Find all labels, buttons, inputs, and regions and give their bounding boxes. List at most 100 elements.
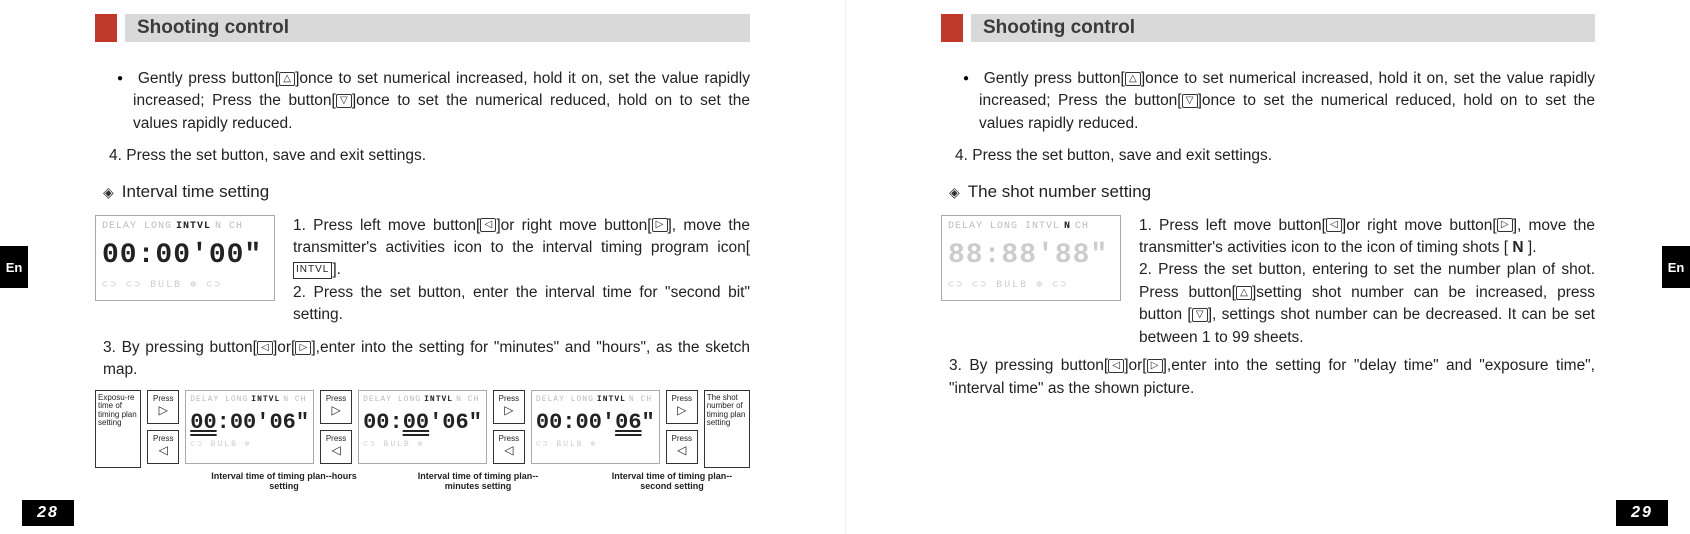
right-icon bbox=[295, 341, 311, 355]
title-accent bbox=[941, 14, 963, 42]
press-left-button: Press◁ bbox=[320, 430, 352, 464]
text: ]. bbox=[1528, 239, 1537, 256]
press-right-button: Press▷ bbox=[493, 390, 525, 424]
intvl-icon: INTVL bbox=[293, 262, 332, 279]
step-3: 3. By pressing button[]or[],enter into t… bbox=[949, 355, 1595, 400]
lcd-top-row: DELAY LONG INTVL N CH bbox=[948, 220, 1114, 235]
page-left: En Shooting control Gently press button[… bbox=[0, 0, 845, 534]
press-label: Press bbox=[153, 394, 173, 403]
text: Gently press button[ bbox=[138, 70, 279, 87]
lcd-label: N CH bbox=[456, 394, 479, 406]
lcd-hours: DELAY LONGINTVLN CH 00:00'06" ⊂⊃ BULB ⊕ bbox=[185, 390, 314, 464]
lcd-label: DELAY LONG bbox=[536, 394, 594, 406]
lcd-rest: " bbox=[642, 410, 655, 435]
right-icon bbox=[652, 218, 668, 232]
lcd-sel: 00 bbox=[190, 410, 216, 435]
press-pair: Press▷ Press◁ bbox=[666, 390, 698, 464]
left-icon: ◁ bbox=[148, 444, 178, 456]
lcd-label-active: INTVL bbox=[597, 394, 626, 406]
caption-hours: Interval time of timing plan--hours sett… bbox=[209, 472, 359, 492]
bullet-list: Gently press button[]once to set numeric… bbox=[941, 68, 1595, 135]
row-lcd-text: DELAY LONG INTVL N CH 00:00'00" ⊂⊃ ⊂⊃ BU… bbox=[95, 215, 750, 327]
subheading-text: The shot number setting bbox=[968, 180, 1151, 205]
step-4: 4. Press the set button, save and exit s… bbox=[955, 145, 1595, 167]
lcd-digits: 88:88'88" bbox=[948, 236, 1114, 277]
bullet-item: Gently press button[]once to set numeric… bbox=[979, 68, 1595, 135]
diamond-icon: ◈ bbox=[949, 182, 960, 202]
endbox-left: Exposu-re time of timing plan setting bbox=[95, 390, 141, 468]
press-pair: Press▷ Press◁ bbox=[493, 390, 525, 464]
subheading: ◈ The shot number setting bbox=[949, 180, 1595, 205]
press-label: Press bbox=[499, 394, 519, 403]
instruction-block: 1. Press left move button[]or right move… bbox=[293, 215, 750, 327]
lcd-label: DELAY LONG bbox=[102, 220, 172, 235]
page-right: En Shooting control Gently press button[… bbox=[845, 0, 1690, 534]
text: 1. Press left move button[ bbox=[1139, 217, 1326, 234]
lcd-main: DELAY LONG INTVL N CH 00:00'00" ⊂⊃ ⊂⊃ BU… bbox=[95, 215, 275, 301]
row-lcd-text: DELAY LONG INTVL N CH 88:88'88" ⊂⊃ ⊂⊃ BU… bbox=[941, 215, 1595, 350]
page-title: Shooting control bbox=[971, 14, 1595, 42]
edge-tab-left: En bbox=[0, 246, 28, 288]
down-icon bbox=[336, 94, 352, 108]
lcd-rest: 00:00' bbox=[536, 410, 615, 435]
edge-tab-right: En bbox=[1662, 246, 1690, 288]
up-icon bbox=[1236, 286, 1252, 300]
left-icon bbox=[1326, 218, 1342, 232]
lcd-rest: '06" bbox=[429, 410, 482, 435]
lcd-top-row: DELAY LONG INTVL N CH bbox=[102, 220, 268, 235]
lcd-minutes: DELAY LONGINTVLN CH 00:00'06" ⊂⊃ BULB ⊕ bbox=[358, 390, 487, 464]
body: Gently press button[]once to set numeric… bbox=[95, 68, 750, 492]
lcd-label: N CH bbox=[629, 394, 652, 406]
press-pair: Press▷ Press◁ bbox=[320, 390, 352, 464]
lcd-label: CH bbox=[1075, 220, 1089, 235]
diagram-captions: Interval time of timing plan--hours sett… bbox=[95, 472, 750, 492]
press-right-button: Press▷ bbox=[147, 390, 179, 424]
text: 3. By pressing button[ bbox=[949, 357, 1108, 374]
lcd-label: DELAY LONG bbox=[190, 394, 248, 406]
lcd-sel: 06 bbox=[615, 410, 641, 435]
step-3: 3. By pressing button[]or[],enter into t… bbox=[103, 337, 750, 382]
lcd-bottom: ⊂⊃ ⊂⊃ BULB ⊕ ⊂⊃ bbox=[102, 279, 268, 294]
text: ]or right move button[ bbox=[496, 217, 651, 234]
body: Gently press button[]once to set numeric… bbox=[941, 68, 1595, 400]
lcd-rest: :00'06" bbox=[217, 410, 309, 435]
page-number: 29 bbox=[1616, 500, 1668, 526]
press-label: Press bbox=[326, 394, 346, 403]
press-right-button: Press▷ bbox=[666, 390, 698, 424]
lcd-label: DELAY LONG bbox=[363, 394, 421, 406]
page-number: 28 bbox=[22, 500, 74, 526]
right-icon bbox=[1147, 359, 1163, 373]
lcd-bottom: ⊂⊃ ⊂⊃ BULB ⊕ ⊂⊃ bbox=[948, 279, 1114, 294]
lcd-bottom: ⊂⊃ BULB ⊕ bbox=[536, 439, 655, 451]
title-bar: Shooting control bbox=[941, 14, 1595, 42]
subheading: ◈ Interval time setting bbox=[103, 180, 750, 205]
page-title: Shooting control bbox=[125, 14, 750, 42]
press-left-button: Press◁ bbox=[493, 430, 525, 464]
press-right-button: Press▷ bbox=[320, 390, 352, 424]
lcd-label: N CH bbox=[283, 394, 306, 406]
lcd-rest: 00: bbox=[363, 410, 403, 435]
lcd-label: DELAY LONG INTVL bbox=[948, 220, 1060, 235]
press-label: Press bbox=[326, 434, 346, 443]
edge-tab-label: En bbox=[1668, 260, 1685, 275]
lcd-digits: 00:00'00" bbox=[102, 236, 268, 277]
bullet-list: Gently press button[]once to set numeric… bbox=[95, 68, 750, 135]
endbox-right: The shot number of timing plan setting bbox=[704, 390, 750, 468]
page-number-text: 28 bbox=[37, 504, 59, 522]
up-icon bbox=[1125, 72, 1141, 86]
left-icon bbox=[480, 218, 496, 232]
text: 3. By pressing button[ bbox=[103, 339, 257, 356]
n-icon: N bbox=[1512, 239, 1523, 256]
lcd-digits-dim: 88:88'88" bbox=[948, 240, 1108, 271]
instruction-block: 1. Press left move button[ ]or right move… bbox=[1139, 215, 1595, 350]
step-4: 4. Press the set button, save and exit s… bbox=[109, 145, 750, 167]
text: ]or[ bbox=[273, 339, 295, 356]
text: ]. bbox=[332, 261, 341, 278]
text: Gently press button[ bbox=[984, 70, 1125, 87]
page-number-text: 29 bbox=[1631, 504, 1653, 522]
lcd-sel: 00 bbox=[403, 410, 429, 435]
right-icon: ▷ bbox=[148, 404, 178, 416]
text: ]or right move button[ bbox=[1342, 217, 1497, 234]
left-icon bbox=[257, 341, 273, 355]
subheading-text: Interval time setting bbox=[122, 180, 269, 205]
